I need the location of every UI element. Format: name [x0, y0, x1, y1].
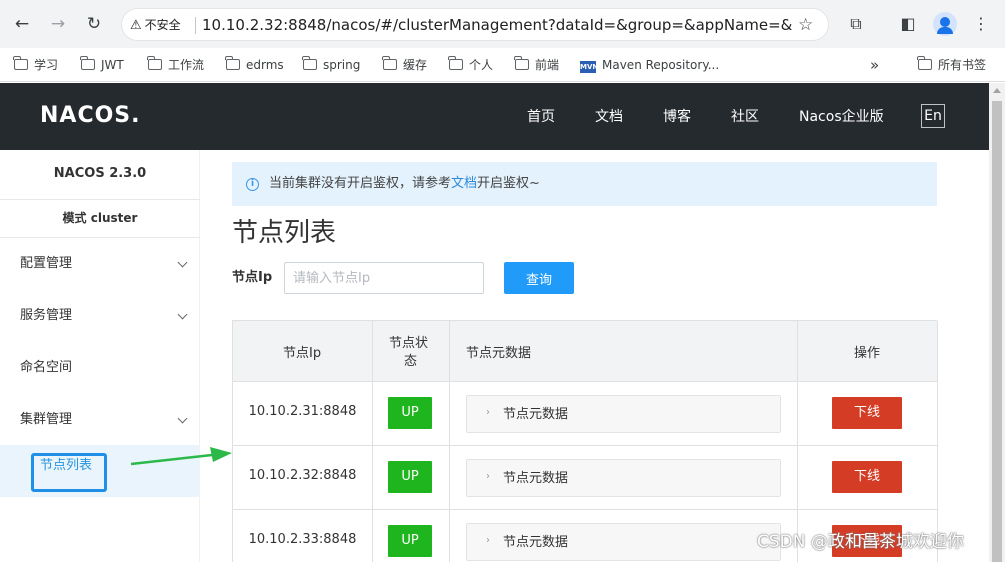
- security-warning[interactable]: ⚠ 不安全: [130, 16, 181, 35]
- reload-icon[interactable]: ↻: [82, 12, 106, 36]
- bookmarks-overflow-icon[interactable]: »: [870, 54, 879, 76]
- bookmark-item[interactable]: 缓存: [382, 54, 427, 76]
- bookmark-item[interactable]: 工作流: [147, 54, 204, 76]
- side-panel-icon[interactable]: ◧: [897, 12, 919, 36]
- version-label: NACOS 2.3.0: [0, 150, 200, 200]
- node-metadata-expander[interactable]: › 节点元数据: [466, 459, 781, 497]
- folder-icon: [514, 56, 529, 70]
- scrollbar-thumb[interactable]: [992, 101, 1002, 562]
- node-ip-cell: 10.10.2.32:8848: [248, 468, 357, 483]
- nav-blog[interactable]: 博客: [663, 107, 691, 127]
- sidebar-item-namespace[interactable]: 命名空间: [0, 342, 200, 394]
- all-bookmarks[interactable]: 所有书签: [917, 54, 986, 76]
- docs-link[interactable]: 文档: [451, 176, 477, 191]
- page-scrollbar[interactable]: [989, 83, 1005, 562]
- back-arrow-icon[interactable]: ←: [10, 12, 34, 36]
- nav-home[interactable]: 首页: [527, 107, 555, 127]
- folder-icon: [80, 56, 95, 70]
- node-ip-cell: 10.10.2.33:8848: [248, 532, 357, 547]
- offline-button[interactable]: 下线: [832, 397, 902, 429]
- node-ip-cell: 10.10.2.31:8848: [248, 404, 357, 419]
- warning-triangle-icon: ⚠: [130, 18, 142, 33]
- bookmark-item[interactable]: 个人: [448, 54, 493, 76]
- nav-community[interactable]: 社区: [731, 107, 759, 127]
- extensions-puzzle-icon[interactable]: ⧉: [845, 12, 867, 36]
- page-title: 节点列表: [232, 218, 337, 248]
- bookmark-item[interactable]: spring: [302, 54, 360, 76]
- offline-button[interactable]: 下线: [832, 461, 902, 493]
- sidebar-item-service[interactable]: 服务管理: [0, 290, 200, 342]
- browser-toolbar: ← → ↻ ⚠ 不安全 10.10.2.32:8848/nacos/#/clust…: [0, 0, 1005, 48]
- chevron-down-icon: [177, 257, 188, 268]
- main-content: i 当前集群没有开启鉴权，请参考文档开启鉴权~ 节点列表 节点Ip 查询 节点I…: [200, 150, 989, 562]
- folder-icon: [448, 56, 463, 70]
- folder-icon: [13, 56, 28, 70]
- bookmark-item[interactable]: JWT: [80, 54, 124, 76]
- bookmark-item[interactable]: 学习: [13, 54, 58, 76]
- notice-suffix: 开启鉴权~: [477, 176, 540, 191]
- chevron-down-icon: [177, 413, 188, 424]
- maven-icon: MVN: [580, 61, 599, 73]
- status-badge: UP: [388, 525, 432, 557]
- folder-icon: [917, 56, 932, 70]
- address-bar[interactable]: ⚠ 不安全 10.10.2.32:8848/nacos/#/clusterMana…: [121, 8, 829, 41]
- bookmark-star-icon[interactable]: ☆: [798, 15, 813, 35]
- node-table: 节点Ip 节点状态 节点元数据 操作 10.10.2.31:8848 UP › 节…: [232, 320, 938, 562]
- table-row: 10.10.2.32:8848 UP › 节点元数据 下线: [233, 446, 938, 510]
- nacos-logo[interactable]: NACOS.: [40, 103, 141, 128]
- column-header-action: 操作: [798, 321, 938, 382]
- node-ip-filter-label: 节点Ip: [232, 270, 273, 285]
- caret-right-icon: ›: [486, 471, 490, 482]
- status-badge: UP: [388, 397, 432, 429]
- caret-right-icon: ›: [486, 407, 490, 418]
- csdn-watermark: CSDN @政和昌茶城欢迎你: [757, 532, 964, 552]
- cluster-mode-label: 模式 cluster: [0, 200, 200, 238]
- column-header-status: 节点状态: [373, 321, 450, 382]
- column-header-ip: 节点Ip: [233, 321, 373, 382]
- folder-icon: [225, 56, 240, 70]
- notice-prefix: 当前集群没有开启鉴权，请参考: [269, 176, 452, 191]
- forward-arrow-icon[interactable]: →: [46, 12, 70, 36]
- app-header: NACOS. 首页 文档 博客 社区 Nacos企业版 En: [0, 83, 989, 150]
- nav-docs[interactable]: 文档: [595, 107, 623, 127]
- column-header-metadata: 节点元数据: [450, 321, 798, 382]
- folder-icon: [382, 56, 397, 70]
- sidebar: NACOS 2.3.0 模式 cluster 配置管理 服务管理 命名空间 集群…: [0, 150, 200, 562]
- nav-enterprise[interactable]: Nacos企业版: [799, 107, 884, 127]
- auth-notice: i 当前集群没有开启鉴权，请参考文档开启鉴权~: [232, 162, 937, 206]
- scroll-up-arrow-icon[interactable]: [993, 88, 1001, 93]
- bookmark-item-maven[interactable]: MVN Maven Repository...: [580, 54, 719, 76]
- sidebar-item-config[interactable]: 配置管理: [0, 238, 200, 290]
- bookmark-item[interactable]: edrms: [225, 54, 284, 76]
- query-button[interactable]: 查询: [504, 262, 574, 294]
- annotation-highlight-box: [31, 453, 107, 492]
- bookmark-item[interactable]: 前端: [514, 54, 559, 76]
- url-text[interactable]: 10.10.2.32:8848/nacos/#/clusterManagemen…: [202, 16, 792, 35]
- caret-right-icon: ›: [486, 535, 490, 546]
- info-icon: i: [246, 178, 259, 191]
- node-metadata-expander[interactable]: › 节点元数据: [466, 523, 781, 561]
- bookmarks-bar: 学习 JWT 工作流 edrms spring 缓存 个人 前端 MVN Mave…: [0, 48, 1005, 82]
- node-metadata-expander[interactable]: › 节点元数据: [466, 395, 781, 433]
- folder-icon: [147, 56, 162, 70]
- menu-kebab-icon[interactable]: ⋮: [970, 12, 992, 36]
- language-toggle-button[interactable]: En: [921, 104, 945, 128]
- profile-avatar[interactable]: [933, 12, 957, 36]
- node-ip-input[interactable]: [284, 262, 484, 294]
- sidebar-item-cluster[interactable]: 集群管理: [0, 394, 200, 446]
- folder-icon: [302, 56, 317, 70]
- table-row: 10.10.2.31:8848 UP › 节点元数据 下线: [233, 382, 938, 446]
- chevron-down-icon: [177, 309, 188, 320]
- status-badge: UP: [388, 461, 432, 493]
